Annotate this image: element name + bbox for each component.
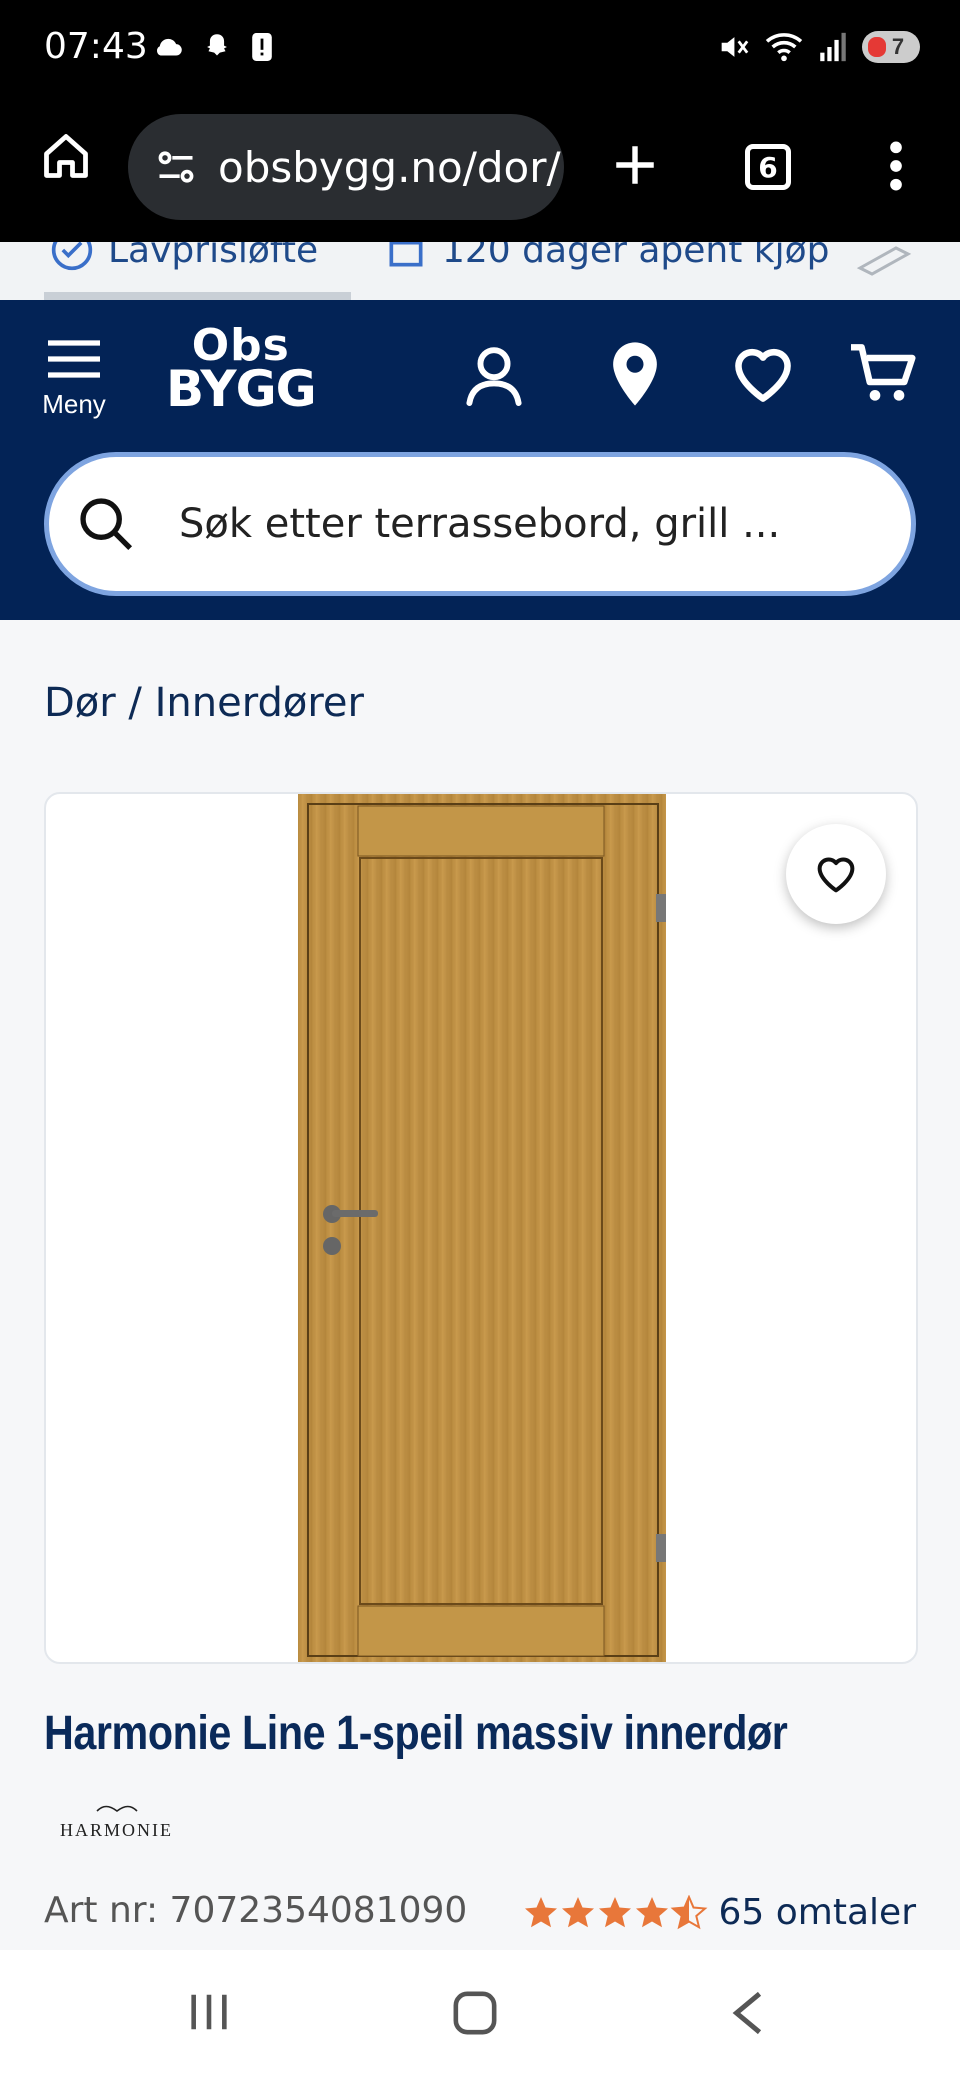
tab-switcher-button[interactable]: 6 bbox=[745, 144, 791, 190]
cart-icon[interactable] bbox=[848, 342, 918, 406]
search-icon bbox=[80, 498, 133, 551]
rating-summary[interactable]: 65 omtaler bbox=[523, 1892, 916, 1933]
clock: 07:43 bbox=[44, 26, 148, 67]
site-header: Meny Obs BYGG Søk etter terrassebord, gr… bbox=[0, 300, 960, 620]
more-menu-icon[interactable] bbox=[876, 138, 916, 194]
snapchat-icon bbox=[207, 34, 227, 56]
product-image-card[interactable] bbox=[44, 792, 918, 1664]
site-settings-icon[interactable] bbox=[148, 145, 204, 189]
heart-outline-icon bbox=[817, 857, 855, 893]
mute-icon bbox=[721, 37, 749, 57]
browser-toolbar: obsbygg.no/dor/ir 6 bbox=[0, 100, 960, 242]
menu-button[interactable]: Meny bbox=[38, 338, 110, 420]
harmonie-logo-mark bbox=[95, 1805, 138, 1812]
battery-icon: 7 bbox=[862, 31, 920, 63]
new-tab-icon[interactable] bbox=[610, 140, 660, 190]
promo-scroll-indicator bbox=[44, 292, 352, 300]
product-title: Harmonie Line 1-speil massiv innerdør bbox=[44, 1707, 788, 1760]
promo-item: Lavprisløfte bbox=[50, 242, 318, 272]
url-text: obsbygg.no/dor/ir bbox=[218, 142, 564, 192]
url-bar[interactable]: obsbygg.no/dor/ir bbox=[128, 114, 564, 220]
recent-apps-icon[interactable] bbox=[186, 1990, 232, 2034]
home-icon[interactable] bbox=[40, 130, 92, 182]
signal-icon bbox=[820, 32, 846, 62]
status-bar: 07:43 7 bbox=[0, 0, 960, 100]
add-to-wishlist-button[interactable] bbox=[786, 824, 886, 924]
menu-label: Meny bbox=[42, 389, 106, 419]
box-icon bbox=[389, 242, 423, 267]
system-nav-bar bbox=[0, 1950, 960, 2080]
promo-item: 120 dager åpent kjøp bbox=[384, 242, 829, 272]
cloud-icon bbox=[156, 38, 182, 56]
breadcrumb[interactable]: Dør / Innerdører bbox=[44, 680, 364, 726]
check-circle-icon bbox=[51, 242, 93, 271]
home-nav-icon[interactable] bbox=[452, 1990, 498, 2036]
product-image-door bbox=[298, 794, 666, 1662]
promo-bar: Lavprisløfte 120 dager åpent kjøp bbox=[0, 242, 960, 300]
search-placeholder: Søk etter terrassebord, grill ... bbox=[179, 501, 781, 547]
brand-logo[interactable]: HARMONIE bbox=[60, 1802, 173, 1841]
heart-icon[interactable] bbox=[730, 344, 796, 404]
review-count: 65 omtaler bbox=[718, 1892, 916, 1933]
star-rating bbox=[524, 1894, 707, 1929]
hamburger-icon bbox=[48, 340, 100, 378]
tool-icon bbox=[856, 246, 912, 276]
search-input[interactable]: Søk etter terrassebord, grill ... bbox=[44, 452, 916, 596]
back-icon[interactable] bbox=[728, 1990, 768, 2036]
article-number: Art nr: 7072354081090 bbox=[44, 1890, 468, 1931]
wifi-icon bbox=[765, 33, 803, 62]
user-icon[interactable] bbox=[464, 344, 524, 408]
alert-icon bbox=[252, 33, 272, 61]
location-pin-icon[interactable] bbox=[610, 340, 660, 408]
obs-bygg-logo[interactable]: Obs BYGG bbox=[166, 324, 317, 415]
